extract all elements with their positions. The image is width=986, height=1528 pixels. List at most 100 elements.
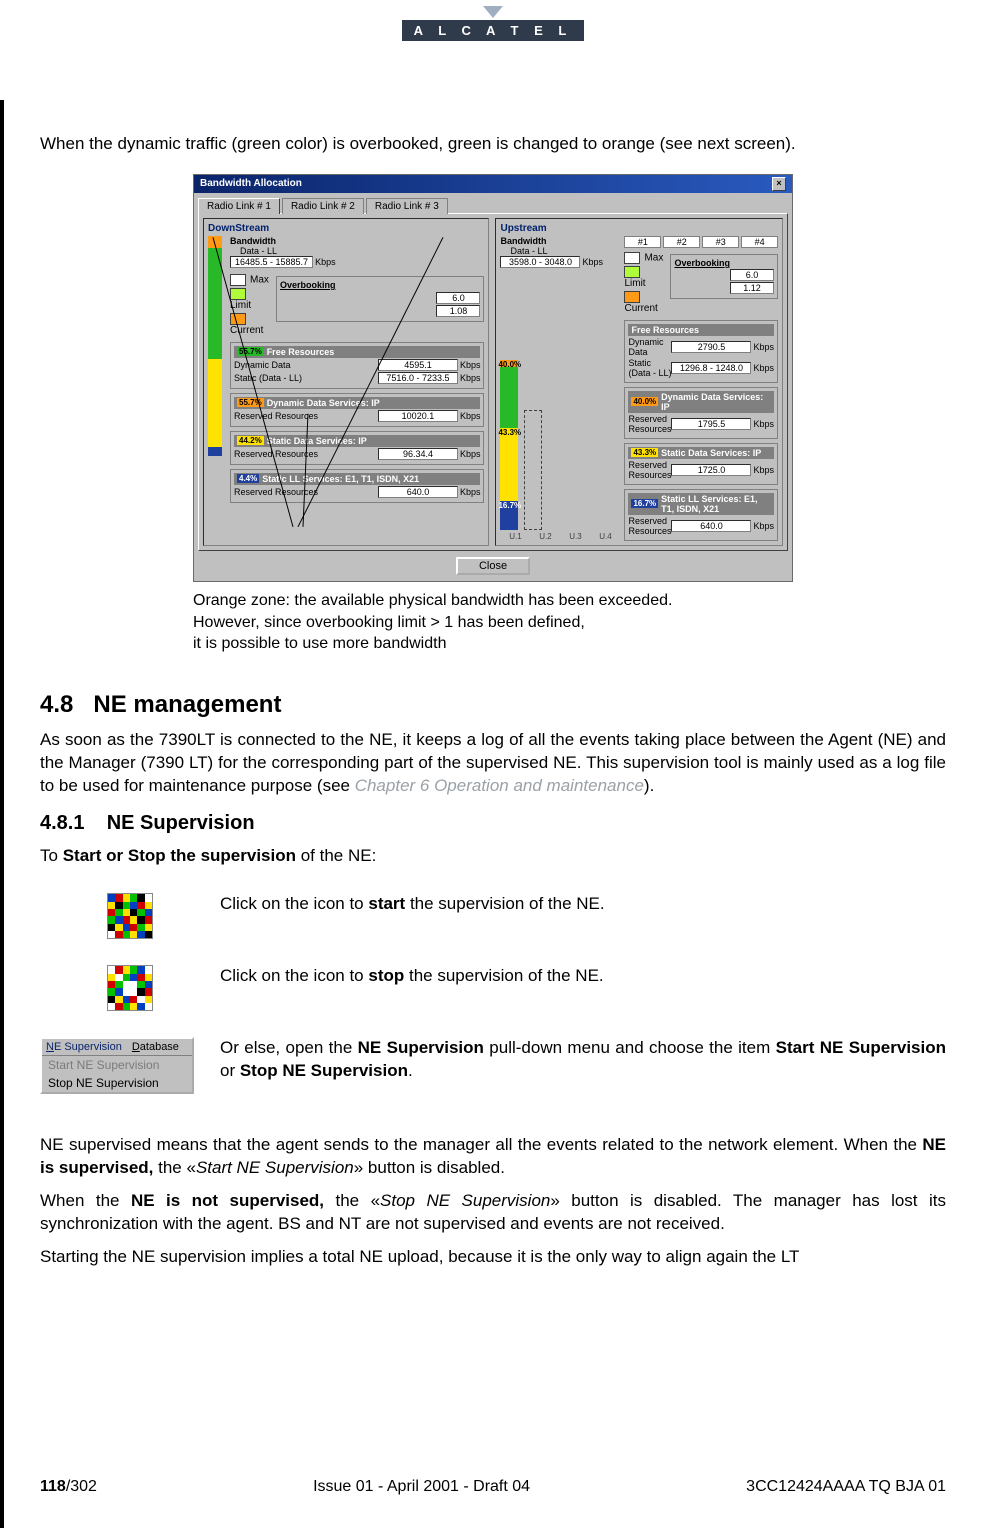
us-ob-current: 1.12 [730, 282, 774, 294]
logo-triangle-icon [483, 6, 503, 18]
us-static-val: 1296.8 - 1248.0 [671, 362, 751, 374]
ds-ob-limit: 6.0 [436, 292, 480, 304]
us-sls-title: Static LL Services: E1, T1, ISDN, X21 [661, 494, 771, 514]
window-titlebar: Bandwidth Allocation × [194, 175, 792, 193]
us-green-pct: 40.0% [498, 360, 521, 369]
p2c: the « [153, 1158, 196, 1177]
ne-supervision-menu: NNE SupervisionE Supervision Database St… [40, 1037, 194, 1094]
m-d: Start NE Supervision [776, 1038, 946, 1057]
ss-post: of the NE: [296, 846, 376, 865]
us-header-row: #1 #2 #3 #4 [624, 236, 778, 248]
menu-bar-database[interactable]: Database [132, 1041, 179, 1053]
menu-item-stop[interactable]: Stop NE Supervision [42, 1074, 192, 1092]
start-supervision-icon [107, 893, 153, 939]
ds-static-unit: Kbps [460, 373, 481, 383]
ulabel-2: U.2 [539, 532, 551, 541]
us-dds-val: 1795.5 [671, 418, 751, 430]
ds-dds-pct: 55.7% [237, 398, 264, 407]
ds-sds-val: 96.34.4 [378, 448, 458, 460]
p3d: Stop NE Supervision [380, 1191, 550, 1210]
section-number: 4.8 [40, 691, 73, 718]
m-e: or [220, 1061, 240, 1080]
start-icon-text: Click on the icon to start the supervisi… [220, 893, 946, 916]
close-button[interactable]: Close [456, 557, 530, 575]
ds-green-pct: 55.7% [237, 347, 264, 356]
ds-ob-current: 1.08 [436, 305, 480, 317]
ds-free-resources: 55.7%Free Resources Dynamic Data4595.1Kb… [230, 342, 484, 389]
downstream-bar [208, 236, 222, 456]
us-ob-limit: 6.0 [730, 269, 774, 281]
m-c: pull-down menu and choose the item [484, 1038, 776, 1057]
section-heading: 4.8 NE management [40, 691, 946, 719]
us-dyn-val: 2790.5 [671, 341, 751, 353]
stop-supervision-icon [107, 965, 153, 1011]
us-sls-pct: 16.7% [631, 499, 658, 508]
ds-data-label: Data - LL [230, 246, 484, 256]
ulabel-1: U.1 [509, 532, 521, 541]
chapter-reference: Chapter 6 Operation and maintenance [355, 776, 644, 795]
menu-instruction-text: Or else, open the NE Supervision pull-do… [220, 1037, 946, 1083]
figure-caption: Orange zone: the available physical band… [193, 590, 793, 655]
ds-sds: 44.2%Static Data Services: IP Reserved R… [230, 431, 484, 465]
tab-radio-link-1[interactable]: Radio Link # 1 [198, 198, 280, 214]
us-sds-pct: 43.3% [631, 448, 658, 457]
page-number: 118/302 [40, 1478, 97, 1496]
para-starting: Starting the NE supervision implies a to… [40, 1246, 946, 1269]
downstream-panel: DownStream Bandwidth Data - LL 16485.5 -… [203, 218, 489, 546]
tab-radio-link-2[interactable]: Radio Link # 2 [282, 198, 364, 214]
i2a: Click on the icon to [220, 966, 368, 985]
us-ob-current-label: Current [624, 303, 657, 314]
ss-bold: Start or Stop the supervision [63, 846, 296, 865]
para-not-supervised: When the NE is not supervised, the «Stop… [40, 1190, 946, 1236]
us-sds: 43.3%Static Data Services: IP Reserved R… [624, 443, 778, 485]
page-edge-stripe [0, 100, 4, 1528]
ds-sds-title: Static Data Services: IP [267, 436, 367, 446]
ds-sls-label: Reserved Resources [234, 487, 378, 497]
us-sls: 16.7%Static LL Services: E1, T1, ISDN, X… [624, 489, 778, 541]
us-free-title: Free Resources [631, 325, 699, 335]
us-sds-unit: Kbps [753, 465, 774, 475]
us-hdr-3: #3 [702, 236, 739, 248]
brand-logo: A L C A T E L [40, 0, 946, 41]
ds-sls-title: Static LL Services: E1, T1, ISDN, X21 [262, 474, 419, 484]
us-sls-label: Reserved Resources [628, 516, 671, 536]
ds-dds-unit: Kbps [460, 411, 481, 421]
m-a: Or else, open the [220, 1038, 358, 1057]
i1c: the supervision of the NE. [405, 894, 604, 913]
us-dds-unit: Kbps [753, 419, 774, 429]
us-dds-title: Dynamic Data Services: IP [661, 392, 771, 412]
window-close-icon[interactable]: × [772, 177, 786, 191]
footer-right: 3CC12424AAAA TQ BJA 01 [746, 1478, 946, 1496]
tab-radio-link-3[interactable]: Radio Link # 3 [366, 198, 448, 214]
ds-data-value: 16485.5 - 15885.7 [230, 256, 313, 268]
menu-bar-ne-supervision[interactable]: NNE SupervisionE Supervision [46, 1041, 122, 1053]
section-paragraph: As soon as the 7390LT is connected to th… [40, 729, 946, 798]
start-stop-line: To Start or Stop the supervision of the … [40, 845, 946, 868]
us-dyn-label: Dynamic Data [628, 337, 671, 357]
upstream-panel: Upstream Bandwidth Data - LL 3598.0 - 30… [495, 218, 783, 546]
i2c: the supervision of the NE. [404, 966, 603, 985]
p2d: Start NE Supervision [196, 1158, 354, 1177]
page-current: 118 [40, 1478, 66, 1495]
m-b: NE Supervision [358, 1038, 484, 1057]
subsection-title: NE Supervision [107, 812, 255, 834]
ds-ob-limit-label: Limit [230, 300, 251, 311]
i2b: stop [368, 966, 404, 985]
us-sds-label: Reserved Resources [628, 460, 671, 480]
us-dds-label: Reserved Resources [628, 414, 671, 434]
us-free-resources: Free Resources Dynamic Data2790.5Kbps St… [624, 320, 778, 383]
ss-pre: To [40, 846, 63, 865]
ds-free-title: Free Resources [267, 347, 335, 357]
us-sds-val: 1725.0 [671, 464, 751, 476]
p2a: NE supervised means that the agent sends… [40, 1135, 922, 1154]
us-hdr-2: #2 [663, 236, 700, 248]
i1b: start [368, 894, 405, 913]
ds-ob-max: Max [250, 275, 269, 286]
us-ob-limit-label: Limit [624, 278, 645, 289]
p3b: NE is not supervised, [131, 1191, 324, 1210]
us-hdr-4: #4 [741, 236, 778, 248]
ds-bandwidth-label: Bandwidth [230, 236, 484, 246]
i1a: Click on the icon to [220, 894, 368, 913]
caption-line-3: it is possible to use more bandwidth [193, 633, 793, 655]
upstream-title: Upstream [500, 223, 778, 234]
